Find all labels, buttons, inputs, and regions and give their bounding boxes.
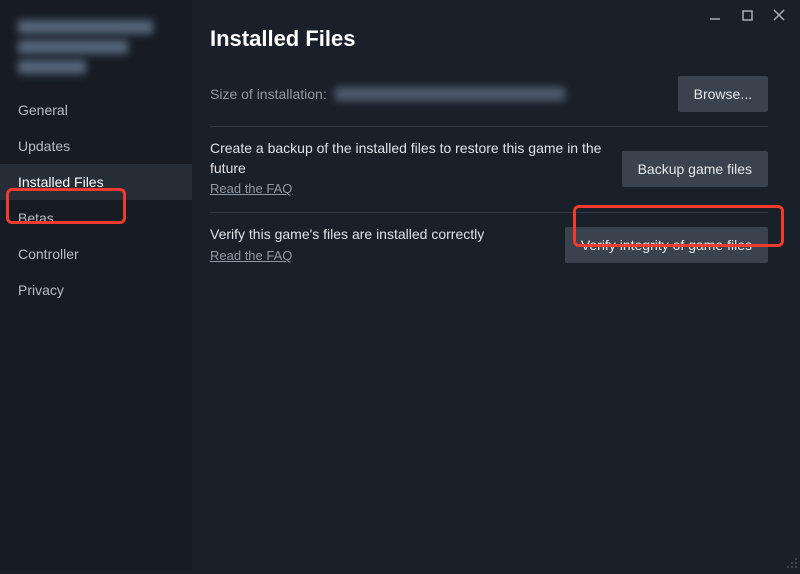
verify-integrity-button[interactable]: Verify integrity of game files xyxy=(565,227,768,263)
backup-game-files-button[interactable]: Backup game files xyxy=(622,151,768,187)
sidebar-item-installed-files[interactable]: Installed Files xyxy=(0,164,192,200)
window-titlebar xyxy=(694,0,800,30)
content-panel: Installed Files Size of installation: Br… xyxy=(192,0,800,570)
browse-button[interactable]: Browse... xyxy=(678,76,768,112)
verify-faq-link[interactable]: Read the FAQ xyxy=(210,248,292,263)
sidebar-item-controller[interactable]: Controller xyxy=(0,236,192,272)
maximize-button[interactable] xyxy=(740,8,754,22)
sidebar-nav: General Updates Installed Files Betas Co… xyxy=(0,92,192,308)
close-button[interactable] xyxy=(772,8,786,22)
resize-grip-icon[interactable] xyxy=(786,556,798,568)
minimize-button[interactable] xyxy=(708,8,722,22)
size-of-installation-label: Size of installation: xyxy=(210,86,327,102)
sidebar-item-updates[interactable]: Updates xyxy=(0,128,192,164)
page-title: Installed Files xyxy=(210,26,768,52)
backup-faq-link[interactable]: Read the FAQ xyxy=(210,181,292,196)
verify-description: Verify this game's files are installed c… xyxy=(210,225,545,245)
backup-description: Create a backup of the installed files t… xyxy=(210,139,602,178)
game-title-redacted xyxy=(0,20,192,92)
sidebar-item-betas[interactable]: Betas xyxy=(0,200,192,236)
sidebar: General Updates Installed Files Betas Co… xyxy=(0,0,192,570)
sidebar-item-general[interactable]: General xyxy=(0,92,192,128)
size-of-installation-value-redacted xyxy=(335,87,565,101)
sidebar-item-privacy[interactable]: Privacy xyxy=(0,272,192,308)
